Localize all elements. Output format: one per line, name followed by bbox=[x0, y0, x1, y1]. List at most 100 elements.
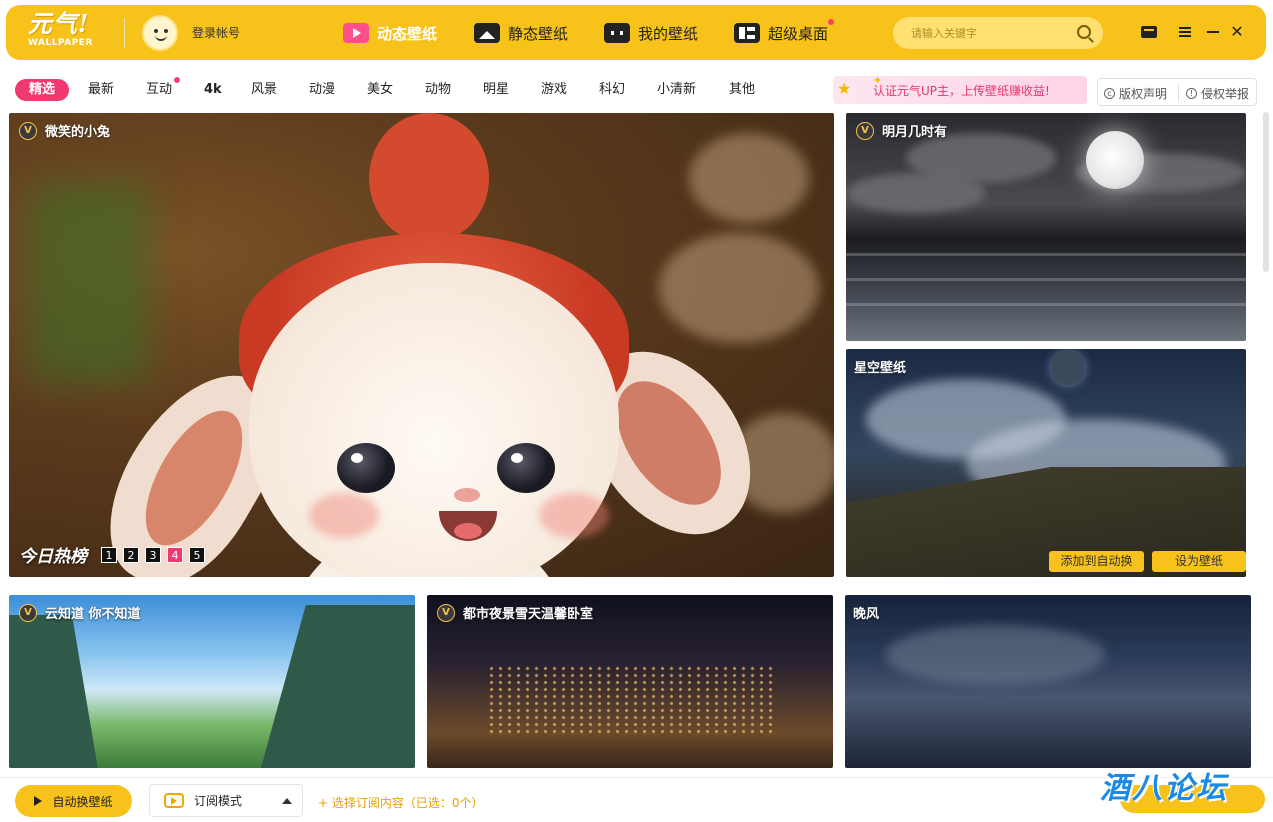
vip-badge-icon: V bbox=[856, 121, 874, 140]
nav-super-desktop[interactable]: 超级桌面 bbox=[734, 19, 834, 47]
report-label: 侵权举报 bbox=[1201, 87, 1250, 101]
wave bbox=[846, 253, 1246, 256]
nav-my-wallpaper[interactable]: 我的壁纸 bbox=[604, 19, 698, 47]
category-4k[interactable]: 4k bbox=[204, 79, 222, 101]
header-button-group: c 版权声明 ! 侵权举报 bbox=[1097, 78, 1257, 106]
nav-label: 静态壁纸 bbox=[508, 24, 569, 43]
play-icon bbox=[34, 796, 43, 806]
minimize-button[interactable] bbox=[1204, 23, 1222, 41]
video-play-icon bbox=[343, 23, 369, 43]
notification-dot bbox=[828, 19, 834, 25]
category-latest[interactable]: 最新 bbox=[88, 79, 114, 101]
category-scifi[interactable]: 科幻 bbox=[599, 79, 625, 101]
nav-label: 我的壁纸 bbox=[638, 24, 699, 43]
mail-icon bbox=[1141, 26, 1157, 38]
tile-title-text: 微笑的小兔 bbox=[45, 125, 111, 140]
auto-switch-label: 自动换壁纸 bbox=[52, 794, 113, 809]
background-blur bbox=[29, 183, 149, 383]
search-icon[interactable] bbox=[1077, 25, 1091, 39]
tile-title-text: 星空壁纸 bbox=[854, 361, 907, 376]
minimize-icon bbox=[1207, 31, 1219, 33]
nav-static-wallpaper[interactable]: 静态壁纸 bbox=[474, 19, 568, 47]
city-lights bbox=[487, 665, 777, 735]
report-button[interactable]: ! 侵权举报 bbox=[1186, 85, 1249, 102]
clouds-wallpaper-tile[interactable]: V 云知道 你不知道 bbox=[9, 595, 415, 768]
rabbit-eye bbox=[497, 443, 555, 493]
category-scenery[interactable]: 风景 bbox=[251, 79, 277, 101]
search-input[interactable] bbox=[911, 23, 1071, 43]
image-icon bbox=[474, 23, 500, 43]
moon-wallpaper-tile[interactable]: V 明月几时有 bbox=[846, 113, 1246, 341]
tile-title: V 都市夜景雪天温馨卧室 bbox=[437, 603, 593, 622]
category-stars[interactable]: 明星 bbox=[483, 79, 509, 101]
top-bar: 元气! WALLPAPER 登录帐号 动态壁纸 静态壁纸 我的壁纸 超级桌面 请… bbox=[6, 5, 1266, 60]
tile-title: V 微笑的小兔 bbox=[19, 121, 110, 140]
rabbit-cheek bbox=[309, 493, 379, 538]
pick-subscription-link[interactable]: + 选择订阅内容（已选：0个） bbox=[318, 794, 484, 811]
evening-wallpaper-tile[interactable]: 晚风 bbox=[845, 595, 1251, 768]
planet bbox=[1051, 351, 1085, 385]
rabbit-cheek bbox=[539, 493, 609, 538]
rabbit-hat-top bbox=[369, 113, 489, 243]
category-fresh[interactable]: 小清新 bbox=[657, 79, 696, 101]
close-button[interactable]: ✕ bbox=[1228, 23, 1246, 41]
tile-title-text: 晚风 bbox=[853, 607, 880, 622]
category-featured[interactable]: 精选 bbox=[15, 79, 70, 101]
subscribe-mode-label: 订阅模式 bbox=[194, 794, 243, 808]
sparkle-icon: ✦ bbox=[873, 74, 883, 87]
logo-text: 元气! bbox=[28, 9, 90, 38]
city-wallpaper-tile[interactable]: V 都市夜景雪天温馨卧室 bbox=[427, 595, 833, 768]
set-wallpaper-button[interactable]: 设为壁纸 bbox=[1152, 551, 1246, 572]
nav-dynamic-wallpaper[interactable]: 动态壁纸 bbox=[343, 19, 437, 47]
avatar-mouth bbox=[155, 35, 167, 41]
mail-button[interactable] bbox=[1140, 23, 1158, 41]
avatar[interactable] bbox=[142, 15, 178, 51]
info-icon: ! bbox=[1186, 88, 1197, 99]
tile-title-text: 都市夜景雪天温馨卧室 bbox=[463, 607, 594, 622]
copyright-icon: c bbox=[1104, 88, 1115, 99]
page-button-2[interactable]: 2 bbox=[123, 546, 139, 563]
category-bar: 精选 最新 互动 4k 风景 动漫 美女 动物 明星 游戏 科幻 小清新 其他 … bbox=[0, 70, 1273, 108]
scrollbar[interactable] bbox=[1263, 112, 1269, 272]
divider bbox=[124, 18, 125, 48]
wallpaper-app: 元气! WALLPAPER 登录帐号 动态壁纸 静态壁纸 我的壁纸 超级桌面 请… bbox=[0, 0, 1273, 822]
tile-title: 晚风 bbox=[853, 603, 879, 622]
subscribe-mode-select[interactable]: 订阅模式 bbox=[149, 784, 303, 817]
tv-icon bbox=[164, 793, 184, 808]
tile-title-text: 云知道 你不知道 bbox=[45, 607, 141, 622]
page-button-4[interactable]: 4 bbox=[167, 546, 183, 563]
category-animals[interactable]: 动物 bbox=[425, 79, 451, 101]
page-button-3[interactable]: 3 bbox=[145, 546, 161, 563]
starry-wallpaper-tile[interactable]: 星空壁纸 添加到自动换 设为壁纸 bbox=[846, 349, 1246, 577]
rabbit-nose bbox=[454, 488, 480, 502]
copyright-button[interactable]: c 版权声明 bbox=[1104, 85, 1167, 102]
close-icon: ✕ bbox=[1230, 22, 1244, 41]
rabbit-eye bbox=[337, 443, 395, 493]
page-button-5[interactable]: 5 bbox=[189, 546, 205, 563]
tile-title: 星空壁纸 bbox=[854, 357, 906, 376]
menu-button[interactable] bbox=[1176, 23, 1194, 41]
category-other[interactable]: 其他 bbox=[729, 79, 755, 101]
promo-banner[interactable]: ★ 认证元气UP主，上传壁纸赚收益! ✦ bbox=[833, 74, 1087, 104]
tile-title: V 明月几时有 bbox=[856, 121, 947, 140]
moon bbox=[1086, 131, 1144, 189]
page-button-1[interactable]: 1 bbox=[101, 546, 117, 563]
cloud bbox=[846, 173, 986, 213]
add-to-auto-button[interactable]: 添加到自动换 bbox=[1049, 551, 1144, 572]
bokeh bbox=[689, 133, 809, 223]
vip-badge-icon: V bbox=[19, 603, 37, 622]
category-beauty[interactable]: 美女 bbox=[367, 79, 393, 101]
tile-title-text: 明月几时有 bbox=[882, 125, 948, 140]
caret-up-icon bbox=[282, 798, 292, 804]
auto-switch-button[interactable]: 自动换壁纸 bbox=[15, 785, 132, 817]
my-wallpaper-icon bbox=[604, 23, 630, 43]
bottom-bar: 自动换壁纸 订阅模式 + 选择订阅内容（已选：0个） bbox=[0, 777, 1273, 822]
category-games[interactable]: 游戏 bbox=[541, 79, 567, 101]
login-link[interactable]: 登录帐号 bbox=[192, 24, 240, 41]
vip-badge-icon: V bbox=[437, 603, 455, 622]
category-interactive[interactable]: 互动 bbox=[146, 79, 172, 101]
category-anime[interactable]: 动漫 bbox=[309, 79, 335, 101]
featured-wallpaper-tile[interactable]: V 微笑的小兔 今日热榜 1 2 3 4 5 bbox=[9, 113, 834, 577]
app-logo[interactable]: 元气! WALLPAPER bbox=[28, 11, 108, 55]
wave bbox=[846, 278, 1246, 281]
